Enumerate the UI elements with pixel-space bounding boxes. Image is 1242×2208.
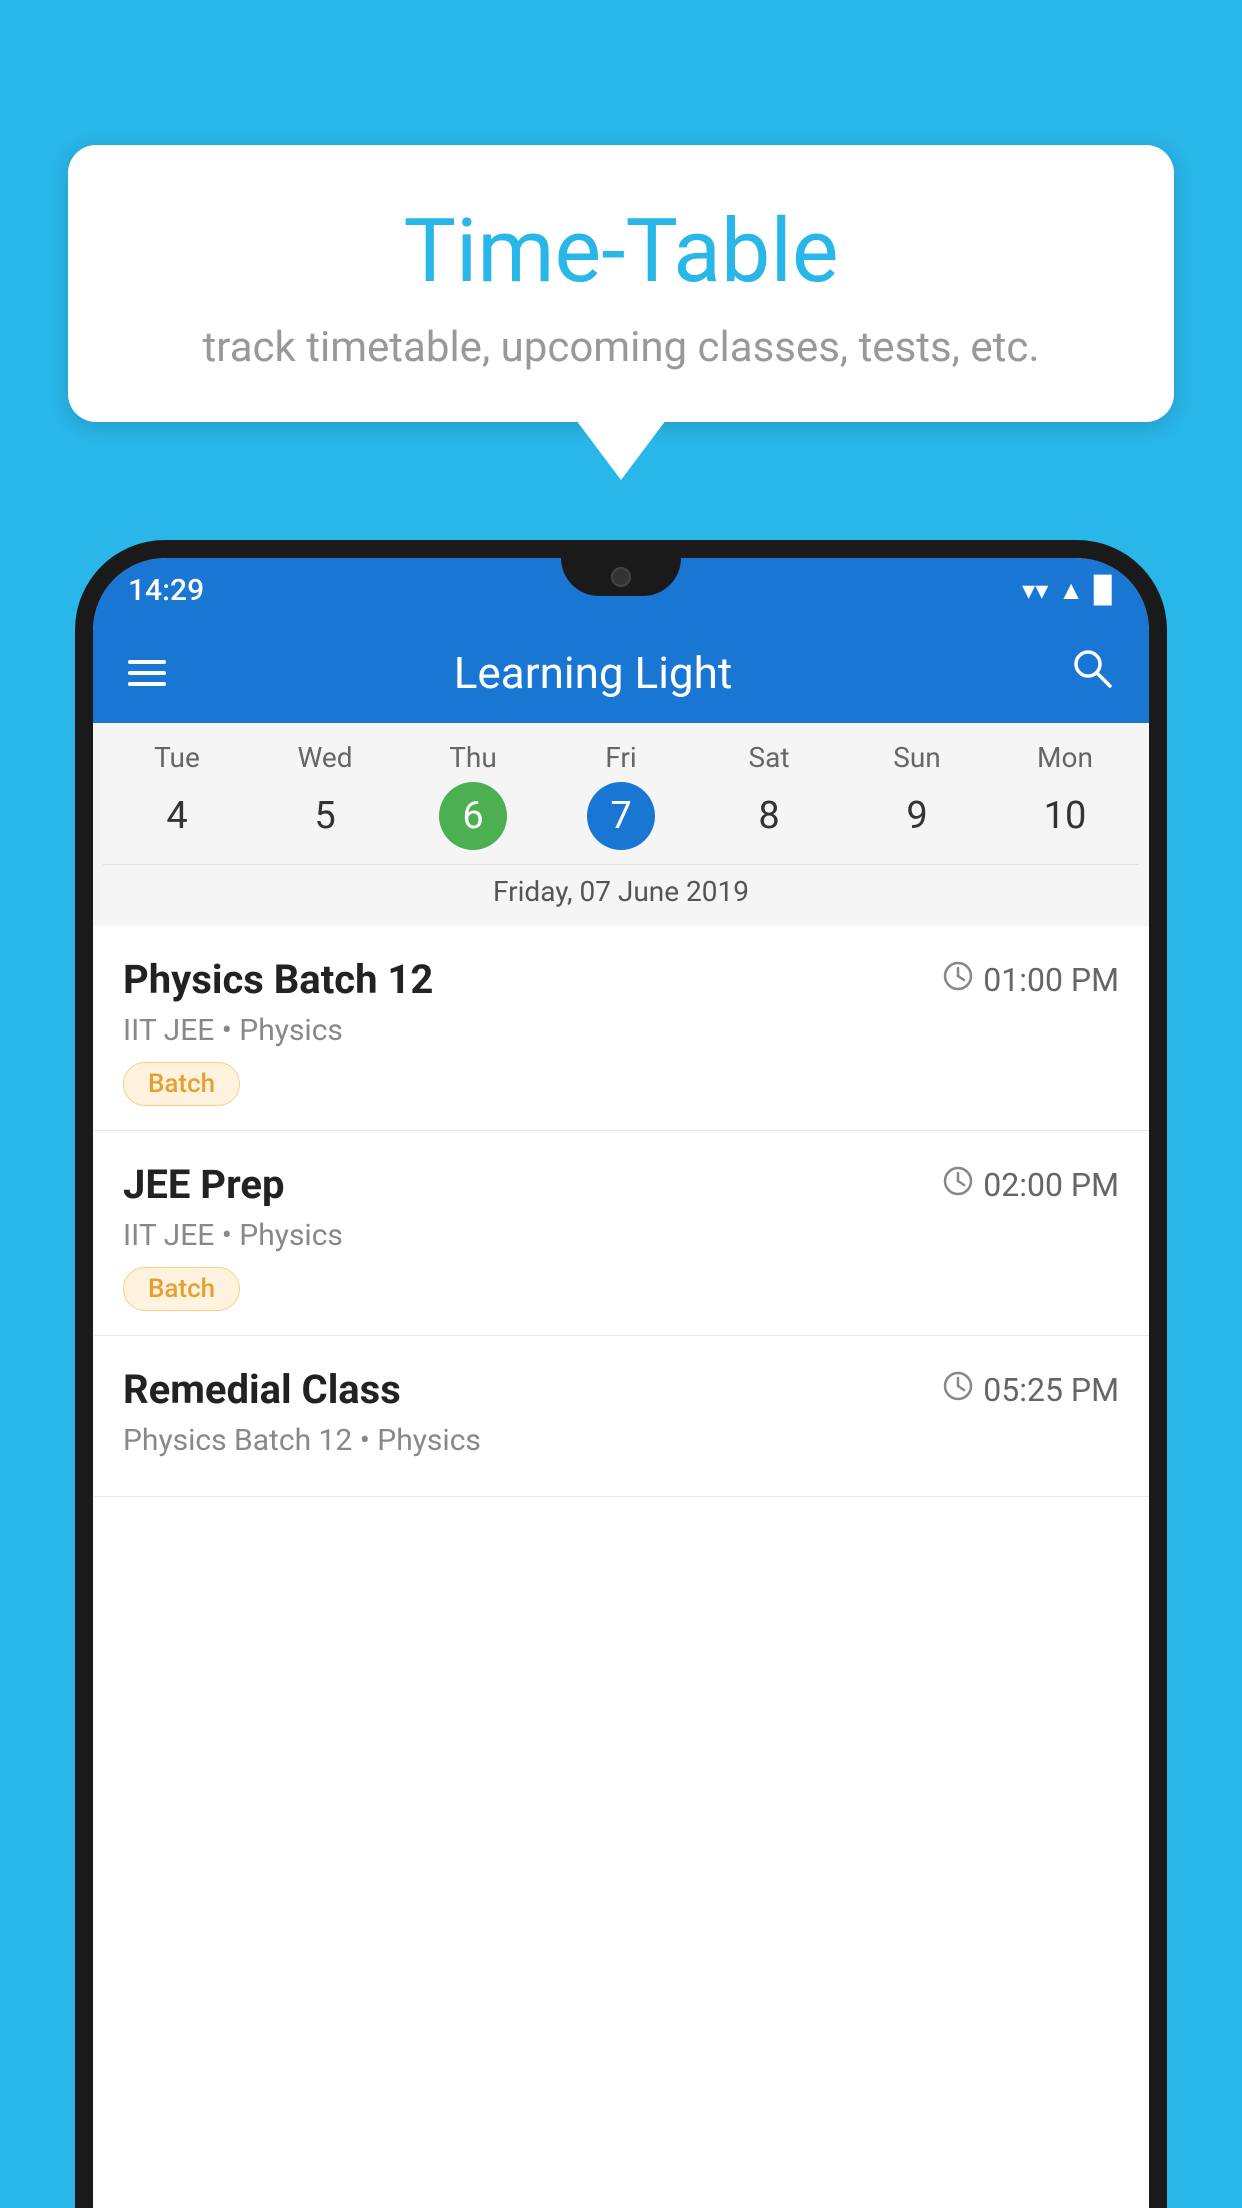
schedule-time-1: 01:00 PM (943, 961, 1119, 999)
schedule-title-2: JEE Prep (123, 1161, 284, 1208)
selected-date-label: Friday, 07 June 2019 (103, 864, 1139, 926)
day-label-sat: Sat (695, 741, 843, 774)
status-time: 14:29 (128, 573, 204, 608)
screen-content: 14:29 ▾▾ ▲ ▉ Learning Light (93, 558, 1149, 2208)
batch-badge-2: Batch (123, 1267, 240, 1311)
schedule-subtitle-2: IIT JEE • Physics (123, 1218, 1119, 1253)
status-icons: ▾▾ ▲ ▉ (1022, 575, 1114, 606)
batch-badge-1: Batch (123, 1062, 240, 1106)
day-label-thu: Thu (399, 741, 547, 774)
notch (561, 558, 681, 596)
day-9[interactable]: 9 (883, 782, 951, 850)
day-numbers: 4 5 6 7 8 9 10 (103, 782, 1139, 850)
clock-icon-2 (943, 1166, 973, 1204)
schedule-item-1-header: Physics Batch 12 01:00 PM (123, 956, 1119, 1003)
schedule-item-3[interactable]: Remedial Class 05:25 PM (93, 1336, 1149, 1497)
schedule-list: Physics Batch 12 01:00 PM (93, 926, 1149, 1497)
day-6-today[interactable]: 6 (439, 782, 507, 850)
speech-bubble-arrow (576, 420, 666, 480)
search-button[interactable] (1070, 646, 1114, 701)
day-labels: Tue Wed Thu Fri Sat Sun Mon (103, 741, 1139, 774)
day-5[interactable]: 5 (291, 782, 359, 850)
phone-inner: 14:29 ▾▾ ▲ ▉ Learning Light (93, 558, 1149, 2208)
schedule-subtitle-1: IIT JEE • Physics (123, 1013, 1119, 1048)
speech-bubble-section: Time-Table track timetable, upcoming cla… (68, 145, 1174, 480)
schedule-subtitle-3: Physics Batch 12 • Physics (123, 1423, 1119, 1458)
phone-frame: 14:29 ▾▾ ▲ ▉ Learning Light (75, 540, 1167, 2208)
signal-icon: ▲ (1058, 575, 1084, 606)
day-8[interactable]: 8 (735, 782, 803, 850)
day-10[interactable]: 10 (1031, 782, 1099, 850)
app-feature-subtitle: track timetable, upcoming classes, tests… (128, 323, 1114, 372)
day-label-tue: Tue (103, 741, 251, 774)
clock-icon-3 (943, 1371, 973, 1409)
schedule-item-2[interactable]: JEE Prep 02:00 PM (93, 1131, 1149, 1336)
speech-bubble-card: Time-Table track timetable, upcoming cla… (68, 145, 1174, 422)
app-feature-title: Time-Table (128, 200, 1114, 303)
clock-icon-1 (943, 961, 973, 999)
battery-icon: ▉ (1094, 576, 1114, 606)
schedule-item-1[interactable]: Physics Batch 12 01:00 PM (93, 926, 1149, 1131)
day-label-wed: Wed (251, 741, 399, 774)
calendar-week: Tue Wed Thu Fri Sat Sun Mon 4 5 6 7 8 9 … (93, 723, 1149, 926)
day-label-mon: Mon (991, 741, 1139, 774)
schedule-time-2: 02:00 PM (943, 1166, 1119, 1204)
day-7-selected[interactable]: 7 (587, 782, 655, 850)
day-4[interactable]: 4 (143, 782, 211, 850)
app-bar: Learning Light (93, 623, 1149, 723)
schedule-title-3: Remedial Class (123, 1366, 401, 1413)
day-label-sun: Sun (843, 741, 991, 774)
status-bar: 14:29 ▾▾ ▲ ▉ (93, 558, 1149, 623)
schedule-time-3: 05:25 PM (943, 1371, 1119, 1409)
menu-button[interactable] (128, 660, 166, 686)
day-label-fri: Fri (547, 741, 695, 774)
schedule-title-1: Physics Batch 12 (123, 956, 433, 1003)
schedule-item-2-header: JEE Prep 02:00 PM (123, 1161, 1119, 1208)
camera (611, 567, 631, 587)
app-bar-title: Learning Light (196, 647, 990, 699)
schedule-item-3-header: Remedial Class 05:25 PM (123, 1366, 1119, 1413)
wifi-icon: ▾▾ (1022, 576, 1048, 606)
